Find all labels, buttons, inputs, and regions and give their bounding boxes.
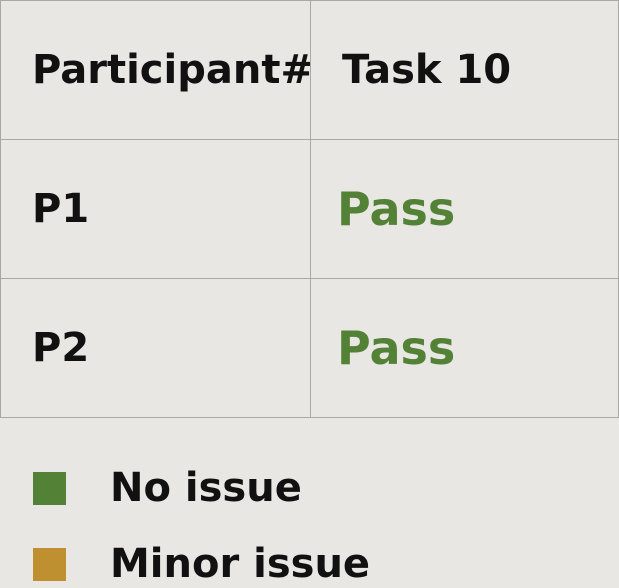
header-task-10: Task 10: [310, 0, 619, 140]
table-row: P2 Pass: [0, 278, 619, 418]
no-issue-swatch: [33, 471, 66, 505]
participant-cell: P2: [0, 278, 311, 418]
legend-label: No issue: [110, 465, 302, 511]
table-header-row: Participant# Task 10: [0, 0, 619, 140]
legend-item-minor-issue: Minor issue: [33, 526, 619, 588]
minor-issue-swatch: [33, 547, 66, 581]
legend-label: Minor issue: [110, 541, 371, 587]
participant-cell: P1: [0, 139, 311, 279]
task-status-cell: Pass: [310, 139, 619, 279]
usability-results-table: Participant# Task 10 P1 Pass P2 Pass: [0, 0, 619, 418]
legend-item-no-issue: No issue: [33, 450, 619, 526]
task-status-cell: Pass: [310, 278, 619, 418]
table-row: P1 Pass: [0, 139, 619, 279]
severity-legend: No issue Minor issue: [33, 450, 619, 588]
header-participant: Participant#: [0, 0, 311, 140]
